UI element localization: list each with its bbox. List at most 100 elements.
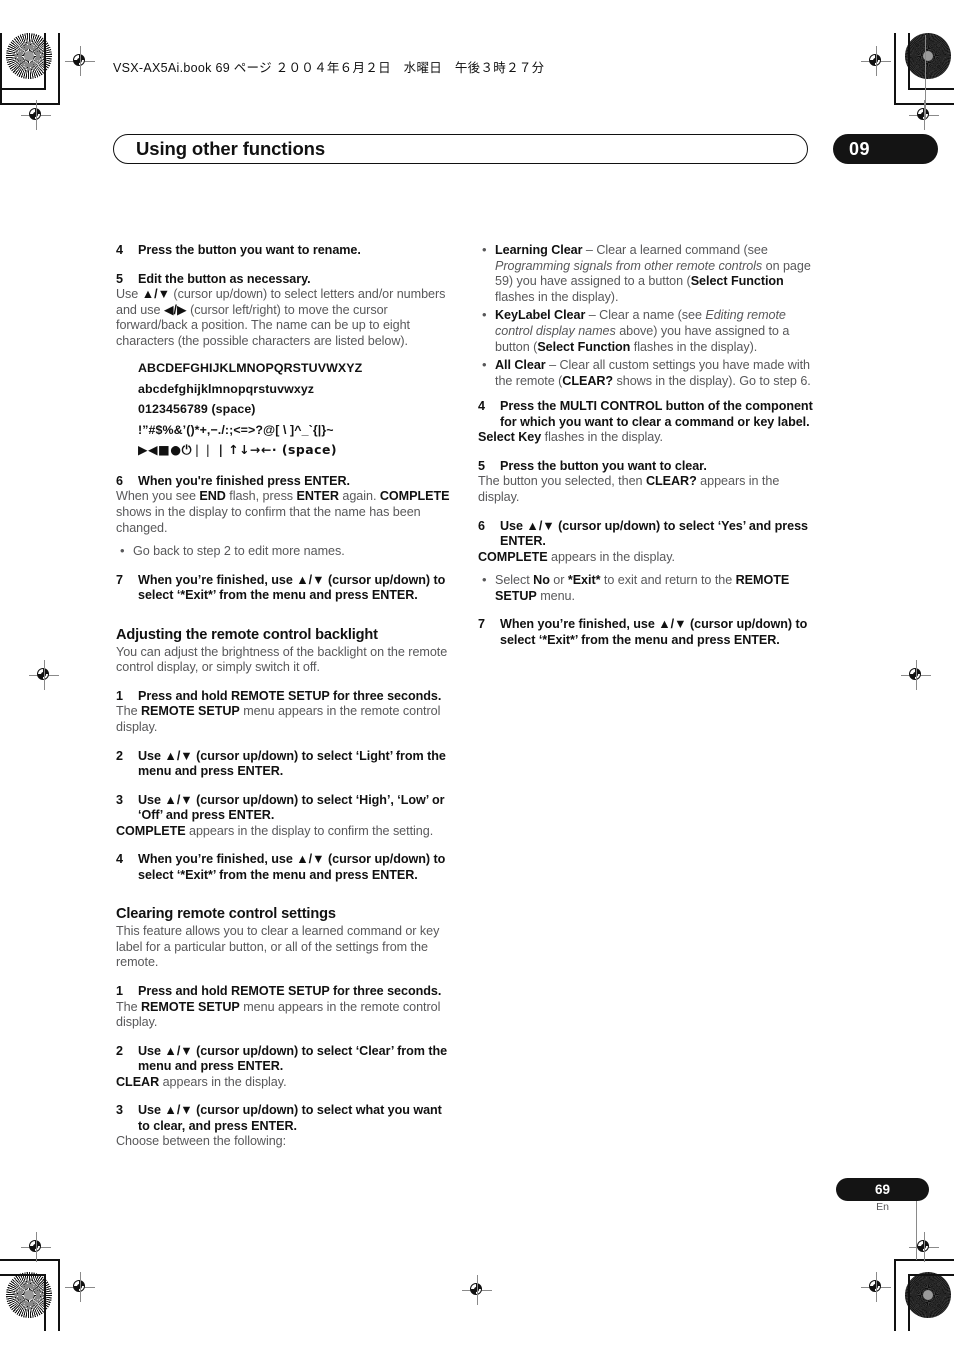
body-text: again. xyxy=(338,489,380,504)
step-5-edit: 5 Edit the button as necessary. Use ▲/▼ (… xyxy=(116,272,456,461)
step-4-rename: 4 Press the button you want to rename. xyxy=(116,243,456,259)
charset-uppercase: ABCDEFGHIJKLMNOPQRSTUVWXYZ xyxy=(138,361,363,376)
menu-option-exit: *Exit* xyxy=(567,573,601,588)
step-heading: 3 Use ▲/▼ (cursor up/down) to select what… xyxy=(116,1103,456,1134)
right-column: Learning Clear – Clear a learned command… xyxy=(478,242,818,648)
cursor-updown-glyph: ▲/▼ xyxy=(164,748,193,763)
step-number: 1 xyxy=(116,688,123,703)
chapter-number: 09 xyxy=(849,139,871,159)
display-word-select-function: Select Function xyxy=(690,274,784,289)
step-title: Press the button you want to rename. xyxy=(138,243,361,257)
cursor-updown-glyph: ▲/▼ xyxy=(164,1043,193,1058)
cursor-leftright-glyph: ◀/▶ xyxy=(163,302,187,317)
step-number: 4 xyxy=(478,399,485,414)
backlight-step-2: 2 Use ▲/▼ (cursor up/down) to select ‘Lig… xyxy=(116,749,456,780)
step-body: The REMOTE SETUP menu appears in the rem… xyxy=(116,704,456,735)
step-heading: 6 When you're finished press ENTER. xyxy=(116,474,456,490)
option-name: Learning Clear xyxy=(495,243,583,257)
registration-mark-left-upper xyxy=(21,100,51,130)
step-title: Press the button you want to clear. xyxy=(500,458,707,473)
step-heading: 3 Use ▲/▼ (cursor up/down) to select ‘Hig… xyxy=(116,793,456,824)
clear-options-list: Learning Clear – Clear a learned command… xyxy=(478,242,818,389)
registration-mark-bottom-center xyxy=(462,1275,492,1305)
body-text: flashes in the display). xyxy=(495,289,619,304)
step-body: Use ▲/▼ (cursor up/down) to select lette… xyxy=(116,287,456,349)
body-text: appears in the display to confirm the se… xyxy=(185,823,434,838)
list-item: Learning Clear – Clear a learned command… xyxy=(478,242,818,305)
clearing-step-1: 1 Press and hold REMOTE SETUP for three s… xyxy=(116,984,456,1031)
cursor-updown-glyph: ▲/▼ xyxy=(526,518,555,533)
registration-mark-top-right xyxy=(861,46,891,76)
step-number: 5 xyxy=(116,271,123,286)
display-word-clear-query: CLEAR? xyxy=(645,474,697,489)
page-title: Using other functions xyxy=(136,138,326,159)
trim-line xyxy=(44,33,46,90)
backlight-step-1: 1 Press and hold REMOTE SETUP for three s… xyxy=(116,689,456,736)
trim-line xyxy=(894,1259,896,1331)
step-heading: 4 Press the MULTI CONTROL button of the c… xyxy=(478,399,818,430)
trim-line xyxy=(908,1274,954,1276)
header-rule xyxy=(925,35,926,120)
section-clearing: Clearing remote control settings This fe… xyxy=(116,905,456,1150)
body-text: The xyxy=(116,999,141,1014)
step-title: Use xyxy=(138,792,165,807)
body-text: The button you selected, then xyxy=(478,474,646,489)
chapter-number-badge: 09 xyxy=(833,134,938,164)
body-text: appears in the display. xyxy=(547,549,675,564)
step-number: 4 xyxy=(116,852,123,867)
step-number: 3 xyxy=(116,1103,123,1118)
registration-mark-bottom-left xyxy=(65,1272,95,1302)
section-heading: Clearing remote control settings xyxy=(116,906,336,923)
step-heading: 5 Press the button you want to clear. xyxy=(478,459,818,475)
step-body: Select Key flashes in the display. xyxy=(478,430,818,446)
charset-digits: 0123456789 (space) xyxy=(138,402,256,417)
clearing-step-2: 2 Use ▲/▼ (cursor up/down) to select ‘Cle… xyxy=(116,1044,456,1091)
cross-reference: Programming signals from other remote co… xyxy=(495,258,763,273)
step-6-notes: Select No or *Exit* to exit and return t… xyxy=(478,572,818,604)
step-heading: 1 Press and hold REMOTE SETUP for three s… xyxy=(116,689,456,705)
step-title: When you're finished press ENTER. xyxy=(138,473,350,488)
body-text: flashes in the display). xyxy=(630,339,758,354)
page-number: 69 xyxy=(874,1182,891,1197)
step-heading: 1 Press and hold REMOTE SETUP for three s… xyxy=(116,984,456,1000)
registration-mark-left-lower xyxy=(21,1232,51,1262)
step-heading: 4 When you’re finished, use ▲/▼ (cursor u… xyxy=(116,852,456,883)
step-body: When you see END flash, press ENTER agai… xyxy=(116,489,456,536)
left-column: 4 Press the button you want to rename. 5E… xyxy=(116,243,456,1150)
display-word-end: END xyxy=(199,489,226,504)
step-number: 6 xyxy=(116,473,123,488)
registration-mark-bottom-right xyxy=(861,1272,891,1302)
step-heading: 2 Use ▲/▼ (cursor up/down) to select ‘Cle… xyxy=(116,1044,456,1075)
button-enter: ENTER xyxy=(296,489,339,504)
file-slug: VSX-AX5Ai.book 69 ページ ２００４年６月２日 水曜日 午後３時… xyxy=(113,61,545,75)
list-item: All Clear – Clear all custom settings yo… xyxy=(478,357,818,389)
step-body: COMPLETE appears in the display to confi… xyxy=(116,824,456,840)
trim-line xyxy=(44,1274,46,1331)
step-body: CLEAR appears in the display. xyxy=(116,1075,456,1091)
step-6-notes: Go back to step 2 to edit more names. xyxy=(116,543,456,560)
step-heading: 6 Use ▲/▼ (cursor up/down) to select ‘Yes… xyxy=(478,519,818,550)
cursor-updown-glyph: ▲/▼ xyxy=(141,287,170,301)
body-text: Select xyxy=(495,573,534,588)
step-heading: 2 Use ▲/▼ (cursor up/down) to select ‘Lig… xyxy=(116,749,456,780)
density-burst-bottom-right xyxy=(905,1272,951,1318)
step-title: Use xyxy=(138,748,165,763)
step-title: When you’re finished, use xyxy=(500,617,659,632)
step-heading: 5 Edit the button as necessary. xyxy=(116,272,456,288)
section-intro: This feature allows you to clear a learn… xyxy=(116,924,440,970)
list-item: Select No or *Exit* to exit and return t… xyxy=(478,572,818,604)
body-text: to exit and return to the xyxy=(600,573,736,588)
cursor-updown-glyph: ▲/▼ xyxy=(296,572,325,587)
body-text: flashes in the display. xyxy=(541,430,663,445)
trim-line xyxy=(58,33,60,105)
section-heading: Adjusting the remote control backlight xyxy=(116,626,378,643)
body-text: – Clear a name (see xyxy=(585,308,706,323)
step-number: 5 xyxy=(478,458,485,473)
display-word-complete: COMPLETE xyxy=(379,489,450,504)
step-6-finish: 6 When you're finished press ENTER. When … xyxy=(116,474,456,560)
body-text: or xyxy=(549,573,568,588)
list-item: KeyLabel Clear – Clear a name (see Editi… xyxy=(478,307,818,355)
step-title: Edit the button as necessary. xyxy=(138,271,311,286)
charset-punctuation: !”#$%&’()*+,−./:;<=>?@[ \ ]^_`{|}~ xyxy=(138,422,334,437)
cursor-updown-glyph: ▲/▼ xyxy=(164,1103,193,1118)
